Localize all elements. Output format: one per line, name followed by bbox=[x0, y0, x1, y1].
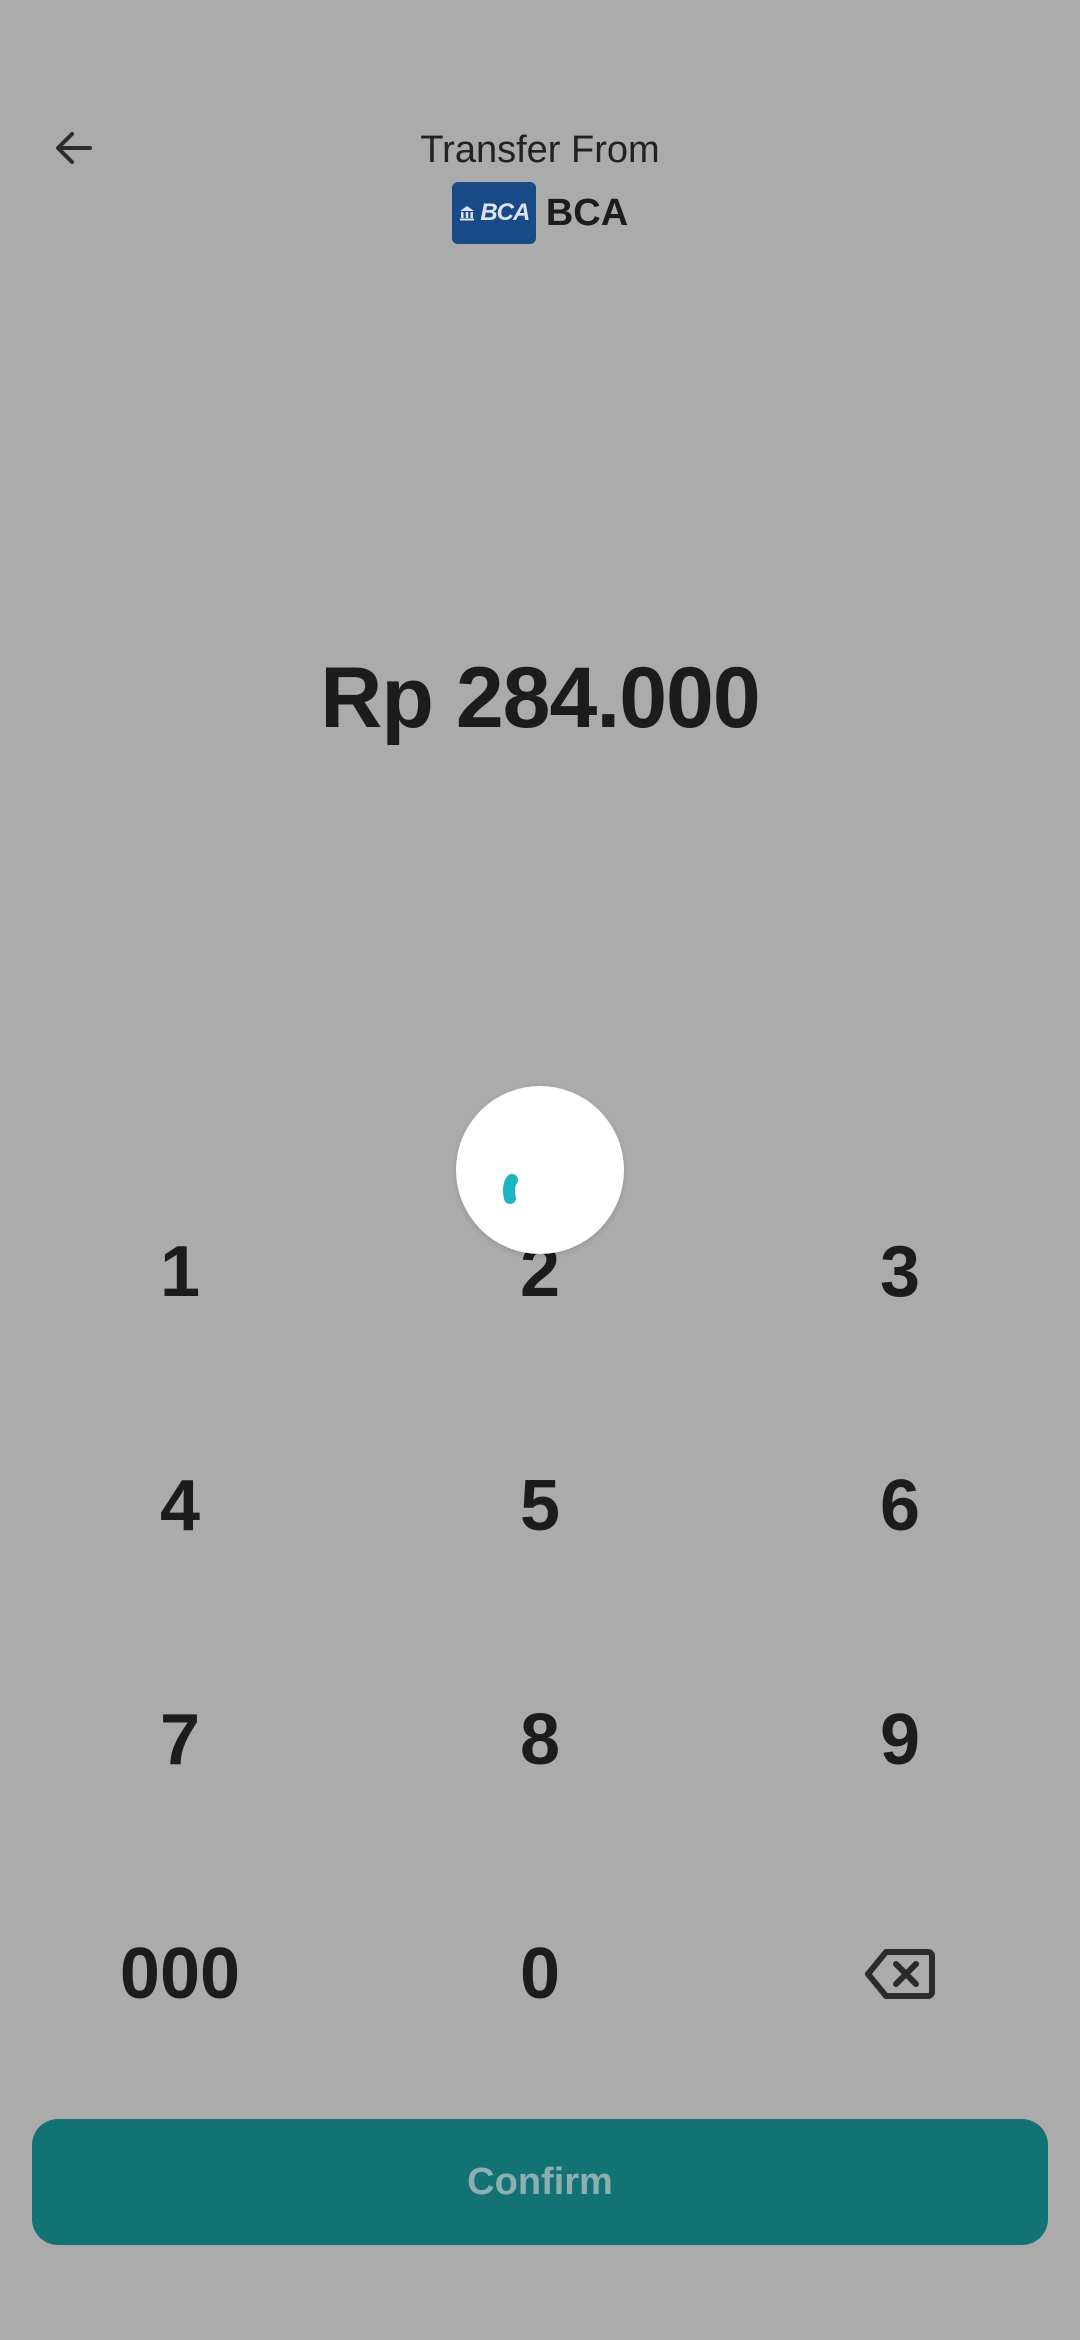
source-bank: BCA BCA bbox=[0, 182, 1080, 244]
key-0[interactable]: 0 bbox=[360, 1857, 720, 2091]
key-9[interactable]: 9 bbox=[720, 1623, 1080, 1857]
loading-spinner bbox=[456, 1086, 624, 1254]
backspace-key[interactable] bbox=[720, 1857, 1080, 2091]
key-4[interactable]: 4 bbox=[0, 1389, 360, 1623]
key-3[interactable]: 3 bbox=[720, 1155, 1080, 1389]
numeric-keypad: 1 2 3 4 5 6 7 8 9 000 0 bbox=[0, 1155, 1080, 2091]
bank-logo: BCA bbox=[451, 182, 536, 244]
key-000[interactable]: 000 bbox=[0, 1857, 360, 2091]
transfer-amount: Rp 284.000 bbox=[320, 650, 760, 746]
bank-building-icon bbox=[460, 206, 475, 221]
key-7[interactable]: 7 bbox=[0, 1623, 360, 1857]
key-1[interactable]: 1 bbox=[0, 1155, 360, 1389]
page-title: Transfer From bbox=[420, 129, 660, 171]
backspace-icon bbox=[865, 1949, 935, 1999]
spinner-arc-icon bbox=[502, 1174, 518, 1204]
key-8[interactable]: 8 bbox=[360, 1623, 720, 1857]
bank-logo-text: BCA bbox=[480, 199, 530, 226]
key-5[interactable]: 5 bbox=[360, 1389, 720, 1623]
key-6[interactable]: 6 bbox=[720, 1389, 1080, 1623]
bank-name: BCA bbox=[545, 191, 629, 234]
confirm-button[interactable]: Confirm bbox=[32, 2119, 1048, 2245]
